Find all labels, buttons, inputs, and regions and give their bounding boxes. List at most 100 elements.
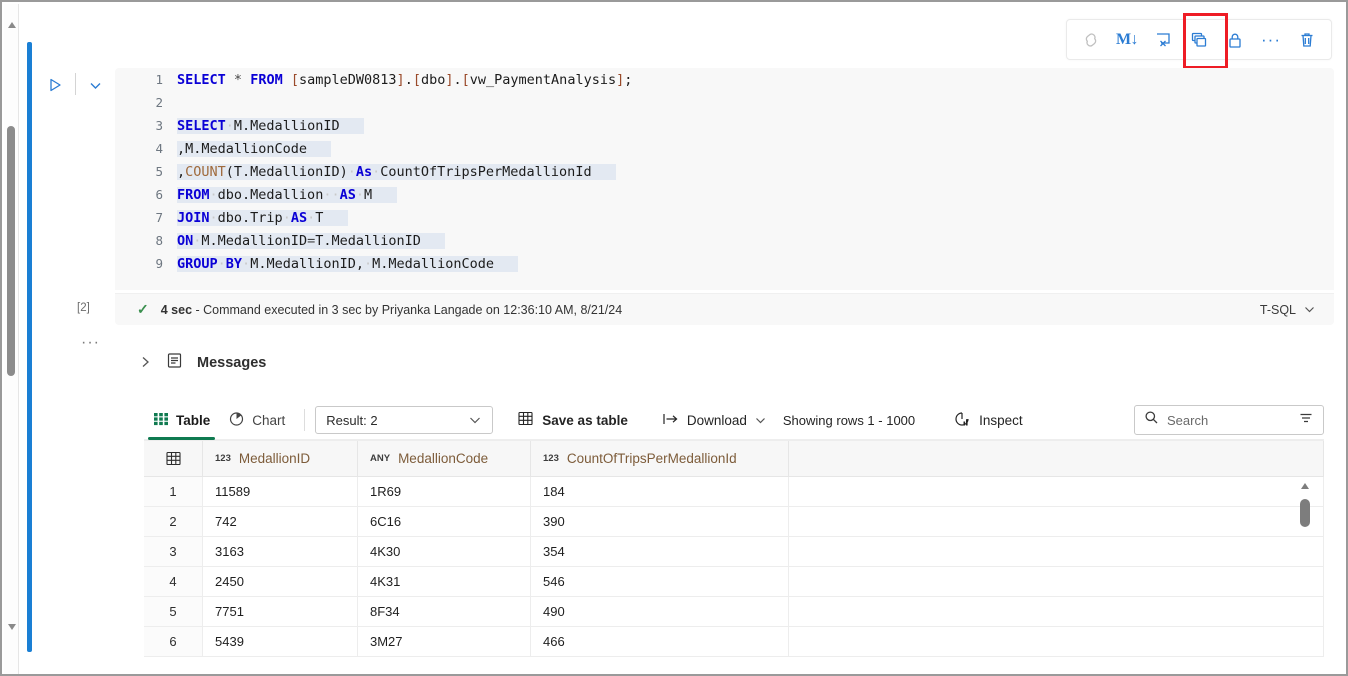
- notebook-cell-frame: M↓ ···: [0, 0, 1348, 676]
- cell-medallionid[interactable]: 2450: [203, 567, 358, 596]
- line-number: 6: [115, 187, 177, 202]
- cell-filler: [789, 537, 1324, 566]
- grid-vertical-scrollbar[interactable]: [1298, 477, 1312, 657]
- cell-medallioncode[interactable]: 6C16: [358, 507, 531, 536]
- code-line[interactable]: 6FROM·dbo.Medallion··AS·M: [115, 183, 1334, 206]
- code-text: SELECT * FROM [sampleDW0813].[dbo].[vw_P…: [177, 72, 632, 88]
- cell-countoftripspermedallionid[interactable]: 466: [531, 627, 789, 656]
- table-row[interactable]: 1115891R69184: [144, 477, 1324, 507]
- code-line[interactable]: 5,COUNT(T.MedallionID)·As·CountOfTripsPe…: [115, 160, 1334, 183]
- grid-scroll-up-arrow-icon[interactable]: [1301, 483, 1309, 489]
- cell-more-dots-icon[interactable]: ···: [81, 334, 100, 352]
- code-line[interactable]: 4,M.MedallionCode: [115, 137, 1334, 160]
- cell-medallionid[interactable]: 3163: [203, 537, 358, 566]
- language-selector[interactable]: T-SQL: [1260, 303, 1316, 317]
- table-row[interactable]: 331634K30354: [144, 537, 1324, 567]
- tab-table[interactable]: Table: [144, 401, 219, 440]
- scroll-down-arrow-icon[interactable]: [8, 624, 16, 630]
- line-number: 2: [115, 95, 177, 110]
- table-row[interactable]: 577518F34490: [144, 597, 1324, 627]
- cell-medallionid[interactable]: 11589: [203, 477, 358, 506]
- more-options-icon[interactable]: ···: [1253, 23, 1289, 57]
- cell-medallionid[interactable]: 7751: [203, 597, 358, 626]
- chevron-down-icon: [754, 414, 767, 427]
- code-line[interactable]: 2: [115, 91, 1334, 114]
- line-number: 5: [115, 164, 177, 179]
- code-text: SELECT·M.MedallionID: [177, 118, 364, 134]
- line-number: 4: [115, 141, 177, 156]
- chevron-down-icon: [1303, 303, 1316, 316]
- grid-scrollbar-thumb[interactable]: [1300, 499, 1310, 527]
- cell-medallioncode[interactable]: 3M27: [358, 627, 531, 656]
- duplicate-cell-icon[interactable]: [1181, 23, 1217, 57]
- code-line[interactable]: 3SELECT·M.MedallionID: [115, 114, 1334, 137]
- search-icon: [1144, 410, 1159, 430]
- grid-header-medallionid[interactable]: 123 MedallionID: [203, 441, 358, 476]
- cell-countoftripspermedallionid[interactable]: 390: [531, 507, 789, 536]
- language-label: T-SQL: [1260, 303, 1296, 317]
- code-line[interactable]: 8ON·M.MedallionID=T.MedallionID: [115, 229, 1334, 252]
- inspect-icon: [953, 410, 971, 431]
- page-scrollbar-thumb[interactable]: [7, 126, 15, 376]
- cell-medallionid[interactable]: 742: [203, 507, 358, 536]
- cell-countoftripspermedallionid[interactable]: 184: [531, 477, 789, 506]
- cell-medallioncode[interactable]: 8F34: [358, 597, 531, 626]
- table-row[interactable]: 424504K31546: [144, 567, 1324, 597]
- row-number: 2: [144, 507, 203, 536]
- cell-medallioncode[interactable]: 4K31: [358, 567, 531, 596]
- grid-header-medallioncode[interactable]: ANY MedallionCode: [358, 441, 531, 476]
- messages-icon: [166, 352, 183, 374]
- grid-icon-svg: [153, 411, 169, 427]
- code-line[interactable]: 9GROUP·BY·M.MedallionID,·M.MedallionCode: [115, 252, 1334, 275]
- row-number: 3: [144, 537, 203, 566]
- filter-icon[interactable]: [1298, 410, 1314, 431]
- cell-medallioncode[interactable]: 4K30: [358, 537, 531, 566]
- download-button[interactable]: Download: [650, 405, 779, 435]
- code-text: FROM·dbo.Medallion··AS·M: [177, 187, 397, 203]
- markdown-icon[interactable]: M↓: [1109, 23, 1145, 57]
- inspect-button[interactable]: Inspect: [941, 405, 1035, 435]
- code-line[interactable]: 7JOIN·dbo.Trip·AS·T: [115, 206, 1334, 229]
- messages-section[interactable]: Messages: [139, 352, 266, 374]
- link-cell-icon[interactable]: [1073, 23, 1109, 57]
- grid-select-all-icon[interactable]: [144, 441, 203, 476]
- tab-chart[interactable]: Chart: [219, 401, 294, 440]
- line-number: 3: [115, 118, 177, 133]
- result-set-select[interactable]: Result: 2: [315, 406, 493, 434]
- run-options-chevron-down-icon[interactable]: [84, 74, 106, 96]
- search-input[interactable]: Search: [1134, 405, 1324, 435]
- download-label: Download: [687, 413, 747, 428]
- column-type-badge: ANY: [370, 453, 390, 464]
- line-number: 8: [115, 233, 177, 248]
- cell-medallioncode[interactable]: 1R69: [358, 477, 531, 506]
- table-row[interactable]: 654393M27466: [144, 627, 1324, 657]
- grid-header-countoftrips[interactable]: 123 CountOfTripsPerMedallionId: [531, 441, 789, 476]
- code-line[interactable]: 1SELECT * FROM [sampleDW0813].[dbo].[vw_…: [115, 68, 1334, 91]
- tab-table-label: Table: [176, 413, 210, 428]
- delete-cell-icon[interactable]: [1289, 23, 1325, 57]
- save-as-table-button[interactable]: Save as table: [505, 405, 640, 435]
- cell-countoftripspermedallionid[interactable]: 546: [531, 567, 789, 596]
- cell-status-bar: ✓ 4 sec - Command executed in 3 sec by P…: [115, 293, 1334, 325]
- status-detail: - Command executed in 3 sec by Priyanka …: [192, 303, 622, 317]
- messages-expand-chevron-right-icon[interactable]: [139, 355, 152, 372]
- lock-icon[interactable]: [1217, 23, 1253, 57]
- column-type-badge: 123: [543, 453, 559, 464]
- clear-output-icon[interactable]: [1145, 23, 1181, 57]
- cell-countoftripspermedallionid[interactable]: 490: [531, 597, 789, 626]
- status-message: 4 sec - Command executed in 3 sec by Pri…: [161, 303, 622, 317]
- page-scrollbar[interactable]: [4, 4, 19, 676]
- column-name: MedallionID: [239, 451, 310, 466]
- run-cell-button[interactable]: [44, 74, 66, 96]
- code-text: ,COUNT(T.MedallionID)·As·CountOfTripsPer…: [177, 164, 616, 180]
- cell-medallionid[interactable]: 5439: [203, 627, 358, 656]
- cell-filler: [789, 627, 1324, 656]
- grid-icon: [153, 411, 169, 430]
- scroll-up-arrow-icon[interactable]: [8, 22, 16, 28]
- cell-countoftripspermedallionid[interactable]: 354: [531, 537, 789, 566]
- sql-code-editor[interactable]: 1SELECT * FROM [sampleDW0813].[dbo].[vw_…: [115, 68, 1334, 290]
- execution-count: [2]: [77, 302, 90, 314]
- showing-rows-label: Showing rows 1 - 1000: [779, 413, 919, 428]
- row-number: 4: [144, 567, 203, 596]
- table-row[interactable]: 27426C16390: [144, 507, 1324, 537]
